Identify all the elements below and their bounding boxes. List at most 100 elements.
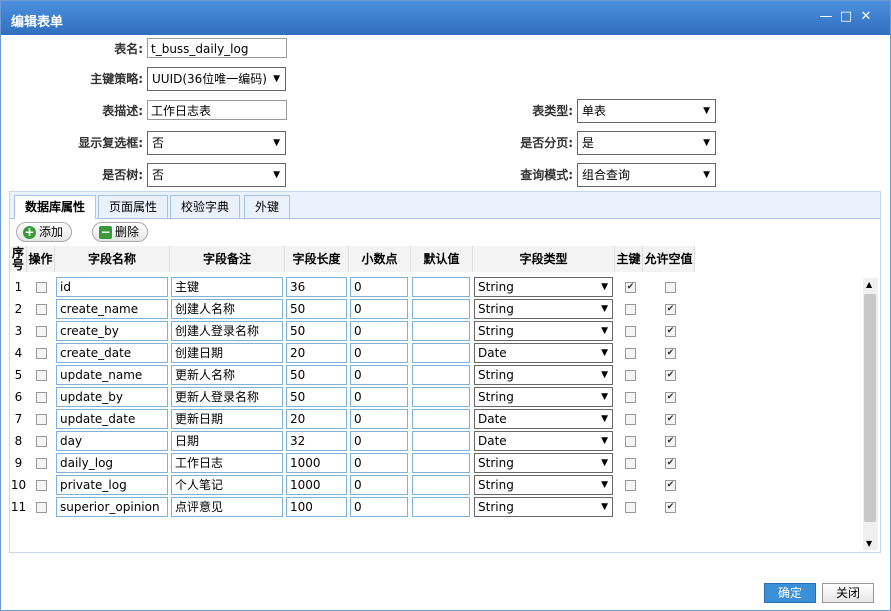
scrollbar-thumb[interactable] — [864, 294, 876, 522]
field-type-select[interactable]: Date ▼ — [474, 431, 613, 451]
confirm-button[interactable]: 确定 — [764, 583, 816, 603]
scroll-up-icon[interactable]: ▲ — [866, 280, 872, 289]
field-name-input[interactable]: superior_opinion — [56, 497, 168, 517]
row-select-checkbox[interactable] — [36, 414, 47, 425]
field-type-select[interactable]: String ▼ — [474, 321, 613, 341]
field-type-select[interactable]: String ▼ — [474, 453, 613, 473]
nullable-checkbox[interactable]: ✔ — [665, 436, 676, 447]
field-comment-input[interactable]: 创建人登录名称 — [171, 321, 283, 341]
decimal-input[interactable]: 0 — [350, 277, 408, 297]
field-comment-input[interactable]: 创建日期 — [171, 343, 283, 363]
minimize-icon[interactable]: — — [819, 10, 833, 24]
field-type-select[interactable]: Date ▼ — [474, 343, 613, 363]
field-name-input[interactable]: create_by — [56, 321, 168, 341]
field-length-input[interactable]: 36 — [286, 277, 347, 297]
field-length-input[interactable]: 50 — [286, 365, 347, 385]
primary-key-checkbox[interactable] — [625, 436, 636, 447]
default-value-input[interactable] — [412, 453, 470, 473]
primary-key-checkbox[interactable] — [625, 304, 636, 315]
primary-key-checkbox[interactable] — [625, 392, 636, 403]
field-name-input[interactable]: update_name — [56, 365, 168, 385]
default-value-input[interactable] — [412, 299, 470, 319]
default-value-input[interactable] — [412, 277, 470, 297]
title-bar[interactable]: 编辑表单 — □ ✕ — [1, 1, 890, 35]
scroll-down-icon[interactable]: ▼ — [866, 539, 872, 548]
table-desc-input[interactable]: 工作日志表 — [147, 100, 287, 120]
pk-strategy-select[interactable]: UUID(36位唯一编码) ▼ — [147, 67, 286, 91]
field-name-input[interactable]: day — [56, 431, 168, 451]
tab-validation-dictionary[interactable]: 校验字典 — [170, 195, 241, 218]
primary-key-checkbox[interactable] — [625, 370, 636, 381]
field-length-input[interactable]: 50 — [286, 299, 347, 319]
primary-key-checkbox[interactable] — [625, 326, 636, 337]
nullable-checkbox[interactable]: ✔ — [665, 392, 676, 403]
row-select-checkbox[interactable] — [36, 348, 47, 359]
decimal-input[interactable]: 0 — [350, 453, 408, 473]
primary-key-checkbox[interactable] — [625, 502, 636, 513]
field-comment-input[interactable]: 更新人登录名称 — [171, 387, 283, 407]
nullable-checkbox[interactable]: ✔ — [665, 502, 676, 513]
table-type-select[interactable]: 单表 ▼ — [577, 99, 716, 123]
decimal-input[interactable]: 0 — [350, 431, 408, 451]
table-name-input[interactable]: t_buss_daily_log — [147, 38, 287, 58]
field-type-select[interactable]: String ▼ — [474, 299, 613, 319]
field-length-input[interactable]: 20 — [286, 343, 347, 363]
default-value-input[interactable] — [412, 475, 470, 495]
paging-select[interactable]: 是 ▼ — [577, 131, 716, 155]
default-value-input[interactable] — [412, 365, 470, 385]
field-length-input[interactable]: 20 — [286, 409, 347, 429]
field-length-input[interactable]: 1000 — [286, 453, 347, 473]
field-length-input[interactable]: 50 — [286, 321, 347, 341]
default-value-input[interactable] — [412, 343, 470, 363]
field-comment-input[interactable]: 主键 — [171, 277, 283, 297]
decimal-input[interactable]: 0 — [350, 387, 408, 407]
field-type-select[interactable]: String ▼ — [474, 365, 613, 385]
tab-database-properties[interactable]: 数据库属性 — [14, 195, 97, 219]
primary-key-checkbox[interactable] — [625, 480, 636, 491]
row-select-checkbox[interactable] — [36, 392, 47, 403]
field-type-select[interactable]: String ▼ — [474, 277, 613, 297]
field-comment-input[interactable]: 创建人名称 — [171, 299, 283, 319]
field-comment-input[interactable]: 日期 — [171, 431, 283, 451]
add-button[interactable]: + 添加 — [16, 222, 73, 242]
nullable-checkbox[interactable]: ✔ — [665, 370, 676, 381]
field-type-select[interactable]: String ▼ — [474, 497, 613, 517]
field-length-input[interactable]: 1000 — [286, 475, 347, 495]
nullable-checkbox[interactable]: ✔ — [665, 458, 676, 469]
row-select-checkbox[interactable] — [36, 282, 47, 293]
maximize-icon[interactable]: □ — [839, 10, 853, 24]
field-name-input[interactable]: create_name — [56, 299, 168, 319]
delete-button[interactable]: − 删除 — [92, 222, 149, 242]
nullable-checkbox[interactable]: ✔ — [665, 414, 676, 425]
tab-page-properties[interactable]: 页面属性 — [98, 195, 169, 218]
row-select-checkbox[interactable] — [36, 436, 47, 447]
row-select-checkbox[interactable] — [36, 502, 47, 513]
decimal-input[interactable]: 0 — [350, 299, 408, 319]
default-value-input[interactable] — [412, 431, 470, 451]
default-value-input[interactable] — [412, 387, 470, 407]
default-value-input[interactable] — [412, 409, 470, 429]
decimal-input[interactable]: 0 — [350, 365, 408, 385]
default-value-input[interactable] — [412, 321, 470, 341]
primary-key-checkbox[interactable]: ✔ — [625, 282, 636, 293]
decimal-input[interactable]: 0 — [350, 343, 408, 363]
field-type-select[interactable]: String ▼ — [474, 475, 613, 495]
field-comment-input[interactable]: 更新人名称 — [171, 365, 283, 385]
nullable-checkbox[interactable]: ✔ — [665, 326, 676, 337]
decimal-input[interactable]: 0 — [350, 475, 408, 495]
field-length-input[interactable]: 50 — [286, 387, 347, 407]
field-length-input[interactable]: 32 — [286, 431, 347, 451]
field-type-select[interactable]: String ▼ — [474, 387, 613, 407]
show-checkbox-select[interactable]: 否 ▼ — [147, 131, 286, 155]
primary-key-checkbox[interactable] — [625, 414, 636, 425]
nullable-checkbox[interactable]: ✔ — [665, 304, 676, 315]
primary-key-checkbox[interactable] — [625, 458, 636, 469]
primary-key-checkbox[interactable] — [625, 348, 636, 359]
table-scrollbar[interactable]: ▲ ▼ — [863, 278, 878, 550]
field-name-input[interactable]: id — [56, 277, 168, 297]
row-select-checkbox[interactable] — [36, 480, 47, 491]
is-tree-select[interactable]: 否 ▼ — [147, 163, 286, 187]
row-select-checkbox[interactable] — [36, 326, 47, 337]
field-name-input[interactable]: create_date — [56, 343, 168, 363]
row-select-checkbox[interactable] — [36, 370, 47, 381]
